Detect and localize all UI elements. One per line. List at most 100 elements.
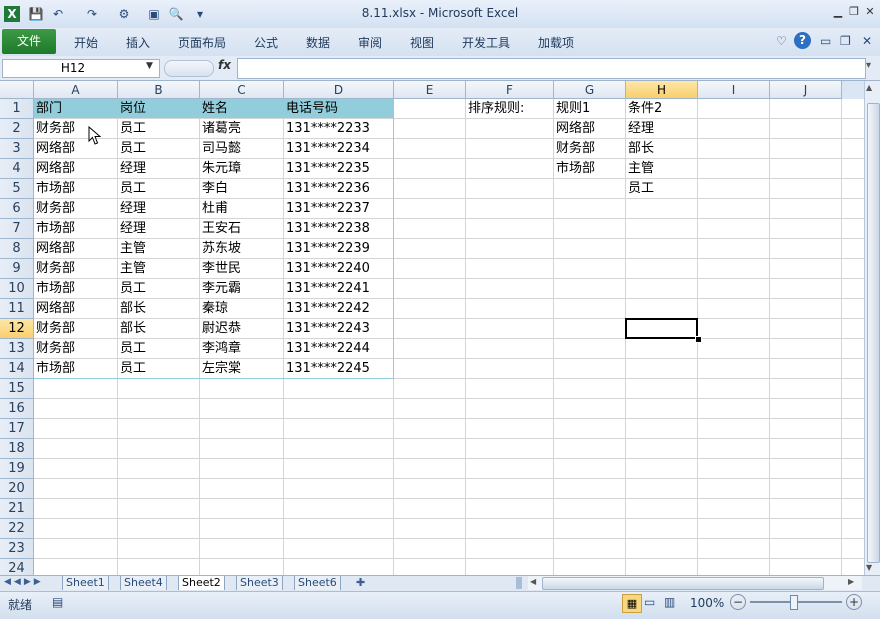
rule1-cell[interactable]: 财务部 — [554, 139, 626, 159]
ribbon-restore-icon[interactable]: ❐ — [840, 34, 851, 48]
table-cell[interactable]: 市场部 — [34, 359, 118, 379]
tab-split-handle[interactable] — [516, 577, 522, 589]
rule1-cell[interactable]: 市场部 — [554, 159, 626, 179]
rule2-cell[interactable]: 经理 — [626, 119, 698, 139]
table-cell[interactable]: 131****2240 — [284, 259, 394, 279]
column-header-a[interactable]: A — [34, 81, 118, 99]
column-header-b[interactable]: B — [118, 81, 200, 99]
row-header-20[interactable]: 20 — [0, 479, 34, 499]
table-header-cell[interactable]: 岗位 — [118, 99, 200, 119]
table-cell[interactable]: 网络部 — [34, 139, 118, 159]
normal-view-icon[interactable]: ▦ — [622, 594, 642, 613]
table-cell[interactable]: 财务部 — [34, 319, 118, 339]
zoom-level[interactable]: 100% — [690, 596, 724, 610]
table-cell[interactable]: 部长 — [118, 299, 200, 319]
rule2-cell[interactable]: 部长 — [626, 139, 698, 159]
table-cell[interactable]: 财务部 — [34, 119, 118, 139]
table-cell[interactable]: 财务部 — [34, 199, 118, 219]
rule2-cell[interactable]: 主管 — [626, 159, 698, 179]
row-header-10[interactable]: 10 — [0, 279, 34, 299]
restore-button[interactable]: ❐ — [846, 5, 862, 19]
scroll-down-icon[interactable]: ▼ — [866, 563, 872, 572]
table-cell[interactable]: 员工 — [118, 279, 200, 299]
table-cell[interactable]: 财务部 — [34, 259, 118, 279]
ribbon-close-icon[interactable]: ✕ — [862, 34, 872, 48]
expand-formula-icon[interactable]: ▾ — [866, 60, 871, 71]
row-header-1[interactable]: 1 — [0, 99, 34, 119]
table-cell[interactable]: 市场部 — [34, 279, 118, 299]
worksheet-grid[interactable]: 部门 岗位 姓名 电话号码 财务部 员工 诸葛亮 131****2233 网络部 员工 司马懿 131… — [34, 99, 864, 575]
table-cell[interactable]: 网络部 — [34, 239, 118, 259]
row-header-7[interactable]: 7 — [0, 219, 34, 239]
row-header-8[interactable]: 8 — [0, 239, 34, 259]
table-cell[interactable]: 员工 — [118, 359, 200, 379]
table-cell[interactable]: 131****2236 — [284, 179, 394, 199]
table-cell[interactable]: 杜甫 — [200, 199, 284, 219]
rule2-cell[interactable]: 员工 — [626, 179, 698, 199]
minimize-button[interactable]: ▁ — [830, 5, 846, 19]
row-header-12[interactable]: 12 — [0, 319, 34, 339]
table-cell[interactable]: 市场部 — [34, 219, 118, 239]
row-header-11[interactable]: 11 — [0, 299, 34, 319]
row-header-16[interactable]: 16 — [0, 399, 34, 419]
horizontal-scroll-thumb[interactable] — [542, 577, 824, 590]
tab-home[interactable]: 开始 — [74, 34, 98, 51]
sort-rules-label[interactable]: 排序规则: — [466, 99, 554, 119]
table-cell[interactable]: 131****2242 — [284, 299, 394, 319]
formula-expand-handle[interactable] — [164, 60, 214, 77]
tab-data[interactable]: 数据 — [306, 34, 330, 51]
table-cell[interactable]: 苏东坡 — [200, 239, 284, 259]
table-cell[interactable]: 李元霸 — [200, 279, 284, 299]
column-header-c[interactable]: C — [200, 81, 284, 99]
table-cell[interactable]: 经理 — [118, 219, 200, 239]
macro-record-icon[interactable]: ▤ — [52, 595, 63, 609]
column-header-i[interactable]: I — [698, 81, 770, 99]
row-header-15[interactable]: 15 — [0, 379, 34, 399]
table-header-cell[interactable]: 姓名 — [200, 99, 284, 119]
column-header-e[interactable]: E — [394, 81, 466, 99]
zoom-in-icon[interactable]: + — [846, 594, 862, 610]
column-header-d[interactable]: D — [284, 81, 394, 99]
horizontal-scrollbar[interactable]: ◀ ▶ — [528, 576, 862, 590]
table-cell[interactable]: 员工 — [118, 119, 200, 139]
table-cell[interactable]: 131****2241 — [284, 279, 394, 299]
row-header-14[interactable]: 14 — [0, 359, 34, 379]
page-break-view-icon[interactable]: ▥ — [664, 595, 675, 609]
table-cell[interactable]: 131****2237 — [284, 199, 394, 219]
table-cell[interactable]: 员工 — [118, 339, 200, 359]
table-cell[interactable]: 朱元璋 — [200, 159, 284, 179]
formula-input[interactable] — [237, 58, 866, 79]
row-header-23[interactable]: 23 — [0, 539, 34, 559]
fill-handle[interactable] — [695, 336, 702, 343]
table-cell[interactable]: 部长 — [118, 319, 200, 339]
table-cell[interactable]: 131****2245 — [284, 359, 394, 379]
table-cell[interactable]: 经理 — [118, 199, 200, 219]
zoom-out-icon[interactable]: − — [730, 594, 746, 610]
row-header-19[interactable]: 19 — [0, 459, 34, 479]
table-header-cell[interactable]: 电话号码 — [284, 99, 394, 119]
row-header-4[interactable]: 4 — [0, 159, 34, 179]
table-cell[interactable]: 左宗棠 — [200, 359, 284, 379]
heart-icon[interactable]: ♡ — [776, 34, 787, 48]
table-cell[interactable]: 李白 — [200, 179, 284, 199]
tab-addins[interactable]: 加载项 — [538, 34, 574, 51]
zoom-slider-thumb[interactable] — [790, 595, 798, 610]
vertical-scrollbar[interactable]: ▲ ▼ — [864, 81, 880, 575]
table-header-cell[interactable]: 部门 — [34, 99, 118, 119]
sheet-nav-arrows-icon[interactable]: ◀◀▶▶ — [4, 577, 44, 587]
table-cell[interactable]: 131****2234 — [284, 139, 394, 159]
table-cell[interactable]: 市场部 — [34, 179, 118, 199]
tab-page-layout[interactable]: 页面布局 — [178, 34, 226, 51]
column-header-h[interactable]: H — [626, 81, 698, 99]
insert-sheet-icon[interactable]: ✚ — [356, 576, 365, 589]
table-cell[interactable]: 秦琼 — [200, 299, 284, 319]
row-header-22[interactable]: 22 — [0, 519, 34, 539]
table-cell[interactable]: 李世民 — [200, 259, 284, 279]
column-header-g[interactable]: G — [554, 81, 626, 99]
table-cell[interactable]: 司马懿 — [200, 139, 284, 159]
column-header-f[interactable]: F — [466, 81, 554, 99]
table-cell[interactable]: 131****2239 — [284, 239, 394, 259]
tab-developer[interactable]: 开发工具 — [462, 34, 510, 51]
insert-function-button[interactable]: fx — [218, 58, 231, 72]
table-cell[interactable]: 经理 — [118, 159, 200, 179]
